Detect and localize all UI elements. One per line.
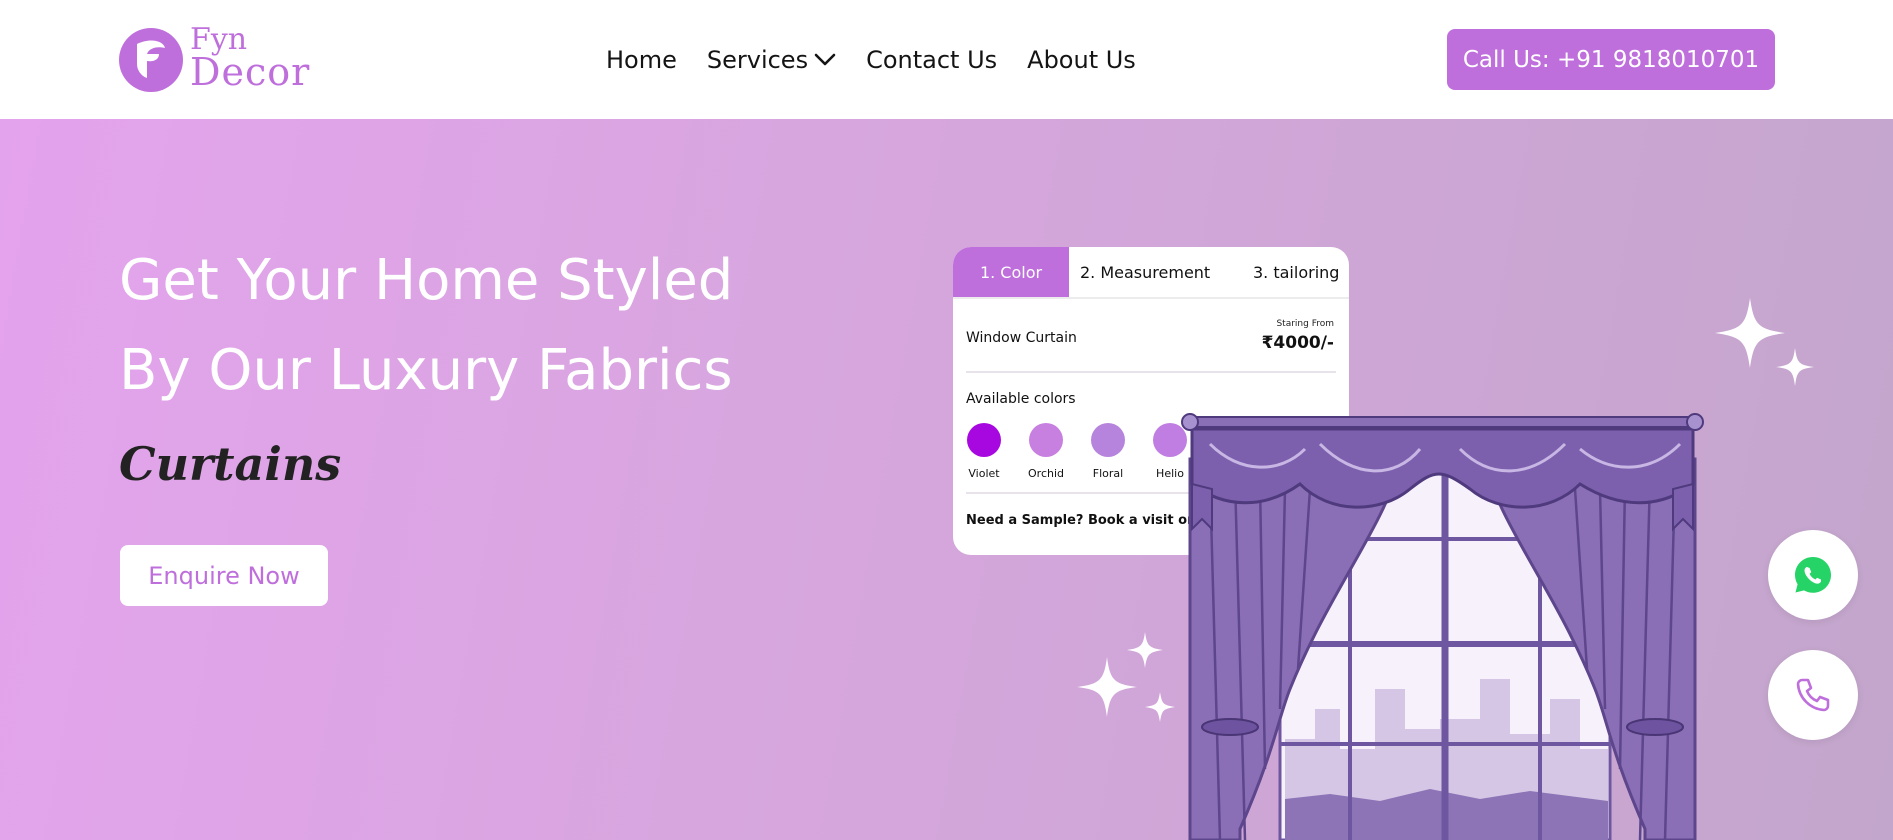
tab-tailoring[interactable]: 3. tailoring [1253,247,1339,297]
nav-services[interactable]: Services [707,46,836,74]
enquire-now-label: Enquire Now [148,561,300,590]
color-swatch-violet[interactable] [967,423,1001,457]
hero-title-line1: Get Your Home Styled [119,248,734,313]
whatsapp-button[interactable] [1768,530,1858,620]
nav-about-us[interactable]: About Us [1027,46,1136,74]
hero-subtitle: Curtains [119,437,342,491]
site-header: Fyn Decor Home Services Contact Us About… [0,0,1893,119]
color-label-orchid: Orchid [1028,467,1064,480]
brand-logo[interactable]: Fyn Decor [119,24,311,96]
phone-call-button[interactable] [1768,650,1858,740]
color-swatch-orchid[interactable] [1029,423,1063,457]
color-label-violet: Violet [968,467,1000,480]
nav-home-label: Home [606,46,677,74]
whatsapp-icon [1795,557,1831,593]
product-name: Window Curtain [966,330,1077,346]
sparkle-icon [1715,298,1814,386]
tab-color-label: 1. Color [979,262,1043,282]
nav-services-label: Services [706,46,809,74]
nav-contact-us[interactable]: Contact Us [866,46,997,74]
color-label-floral: Floral [1092,467,1124,480]
price-prefix: Staring From [1276,319,1334,329]
brand-name: Fyn Decor [190,24,311,94]
available-colors-label: Available colors [966,391,1076,407]
call-us-button[interactable]: Call Us: +91 9818010701 [1447,29,1775,90]
nav-home[interactable]: Home [606,46,677,74]
tab-tailoring-label: 3. tailoring [1253,262,1340,282]
config-tabs: 1. Color 2. Measurement 3. tailoring [953,247,1349,299]
enquire-now-button[interactable]: Enquire Now [120,545,328,606]
call-us-label: Call Us: +91 9818010701 [1462,46,1760,73]
product-price: ₹4000/- [1261,333,1334,353]
color-swatch-floral[interactable] [1091,423,1125,457]
sparkle-icon [1077,632,1175,722]
curtain-illustration [1181,413,1704,840]
tab-color[interactable]: 1. Color [953,247,1069,297]
tab-measurement-label: 2. Measurement [1080,262,1211,282]
nav-about-label: About Us [1027,46,1136,74]
main-nav: Home Services Contact Us About Us [606,44,1166,76]
hero-title-line2: By Our Luxury Fabrics [119,338,733,403]
chevron-down-icon [814,53,836,66]
nav-contact-label: Contact Us [866,46,998,74]
tab-measurement[interactable]: 2. Measurement [1080,247,1210,297]
logo-mark-icon [119,28,183,92]
divider [966,371,1336,373]
hero-section: Get Your Home Styled By Our Luxury Fabri… [0,119,1893,840]
phone-icon [1796,678,1830,712]
brand-name-line2: Decor [190,50,311,94]
